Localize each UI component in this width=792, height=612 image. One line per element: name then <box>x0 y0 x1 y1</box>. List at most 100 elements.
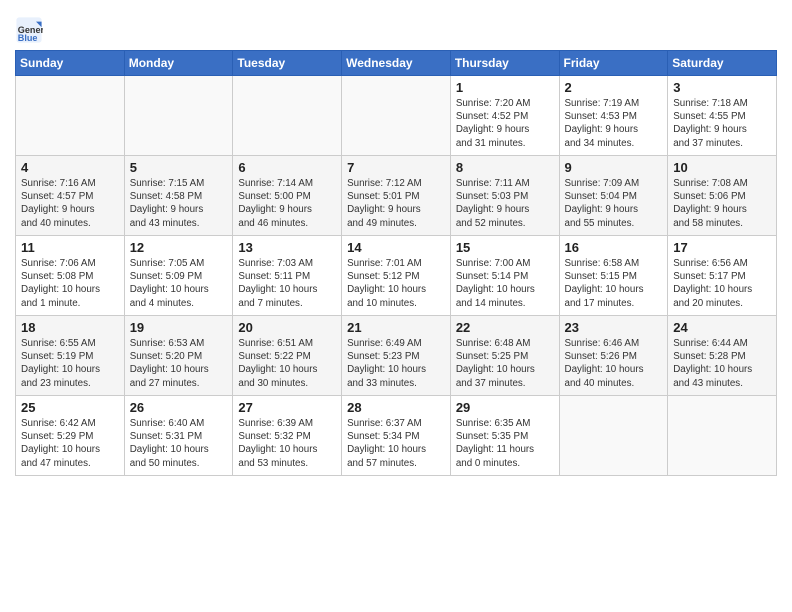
day-number: 26 <box>130 400 228 415</box>
calendar-cell: 18 Sunrise: 6:55 AM Sunset: 5:19 PM Dayli… <box>16 316 125 396</box>
day-info: Sunrise: 6:37 AM Sunset: 5:34 PM Dayligh… <box>347 417 445 470</box>
calendar-week-row: 11 Sunrise: 7:06 AM Sunset: 5:08 PM Dayli… <box>16 236 777 316</box>
day-number: 4 <box>21 160 119 175</box>
calendar-cell: 19 Sunrise: 6:53 AM Sunset: 5:20 PM Dayli… <box>124 316 233 396</box>
logo: General Blue <box>15 16 47 44</box>
day-number: 8 <box>456 160 554 175</box>
day-info: Sunrise: 7:08 AM Sunset: 5:06 PM Dayligh… <box>673 177 771 230</box>
day-info: Sunrise: 6:46 AM Sunset: 5:26 PM Dayligh… <box>565 337 663 390</box>
calendar-cell: 22 Sunrise: 6:48 AM Sunset: 5:25 PM Dayli… <box>450 316 559 396</box>
day-number: 14 <box>347 240 445 255</box>
day-number: 17 <box>673 240 771 255</box>
calendar-cell: 7Sunrise: 7:12 AM Sunset: 5:01 PM Daylig… <box>342 156 451 236</box>
day-number: 25 <box>21 400 119 415</box>
calendar-table: SundayMondayTuesdayWednesdayThursdayFrid… <box>15 50 777 476</box>
calendar-cell <box>559 396 668 476</box>
day-number: 11 <box>21 240 119 255</box>
day-number: 13 <box>238 240 336 255</box>
calendar-header: SundayMondayTuesdayWednesdayThursdayFrid… <box>16 51 777 76</box>
day-info: Sunrise: 6:35 AM Sunset: 5:35 PM Dayligh… <box>456 417 554 470</box>
day-number: 19 <box>130 320 228 335</box>
calendar-cell: 26 Sunrise: 6:40 AM Sunset: 5:31 PM Dayli… <box>124 396 233 476</box>
day-number: 21 <box>347 320 445 335</box>
calendar-cell <box>233 76 342 156</box>
day-info: Sunrise: 7:18 AM Sunset: 4:55 PM Dayligh… <box>673 97 771 150</box>
weekday-header-tuesday: Tuesday <box>233 51 342 76</box>
day-number: 28 <box>347 400 445 415</box>
calendar-cell: 14 Sunrise: 7:01 AM Sunset: 5:12 PM Dayli… <box>342 236 451 316</box>
calendar-week-row: 25 Sunrise: 6:42 AM Sunset: 5:29 PM Dayli… <box>16 396 777 476</box>
weekday-header-saturday: Saturday <box>668 51 777 76</box>
calendar-week-row: 1 Sunrise: 7:20 AM Sunset: 4:52 PM Daylig… <box>16 76 777 156</box>
day-info: Sunrise: 7:01 AM Sunset: 5:12 PM Dayligh… <box>347 257 445 310</box>
calendar-cell <box>668 396 777 476</box>
calendar-cell: 25 Sunrise: 6:42 AM Sunset: 5:29 PM Dayli… <box>16 396 125 476</box>
day-number: 23 <box>565 320 663 335</box>
calendar-body: 1 Sunrise: 7:20 AM Sunset: 4:52 PM Daylig… <box>16 76 777 476</box>
day-info: Sunrise: 7:05 AM Sunset: 5:09 PM Dayligh… <box>130 257 228 310</box>
day-info: Sunrise: 7:00 AM Sunset: 5:14 PM Dayligh… <box>456 257 554 310</box>
calendar-cell <box>16 76 125 156</box>
calendar-cell: 1 Sunrise: 7:20 AM Sunset: 4:52 PM Daylig… <box>450 76 559 156</box>
calendar-cell: 10 Sunrise: 7:08 AM Sunset: 5:06 PM Dayli… <box>668 156 777 236</box>
day-info: Sunrise: 6:40 AM Sunset: 5:31 PM Dayligh… <box>130 417 228 470</box>
svg-text:Blue: Blue <box>18 33 38 43</box>
day-info: Sunrise: 6:49 AM Sunset: 5:23 PM Dayligh… <box>347 337 445 390</box>
calendar-cell: 2 Sunrise: 7:19 AM Sunset: 4:53 PM Daylig… <box>559 76 668 156</box>
day-number: 20 <box>238 320 336 335</box>
day-info: Sunrise: 6:55 AM Sunset: 5:19 PM Dayligh… <box>21 337 119 390</box>
weekday-header-wednesday: Wednesday <box>342 51 451 76</box>
calendar-cell: 11 Sunrise: 7:06 AM Sunset: 5:08 PM Dayli… <box>16 236 125 316</box>
calendar-cell: 12 Sunrise: 7:05 AM Sunset: 5:09 PM Dayli… <box>124 236 233 316</box>
calendar-week-row: 18 Sunrise: 6:55 AM Sunset: 5:19 PM Dayli… <box>16 316 777 396</box>
day-info: Sunrise: 6:51 AM Sunset: 5:22 PM Dayligh… <box>238 337 336 390</box>
day-info: Sunrise: 7:14 AM Sunset: 5:00 PM Dayligh… <box>238 177 336 230</box>
calendar-cell: 24 Sunrise: 6:44 AM Sunset: 5:28 PM Dayli… <box>668 316 777 396</box>
day-info: Sunrise: 6:48 AM Sunset: 5:25 PM Dayligh… <box>456 337 554 390</box>
day-info: Sunrise: 6:42 AM Sunset: 5:29 PM Dayligh… <box>21 417 119 470</box>
logo-icon: General Blue <box>15 16 43 44</box>
calendar-cell: 29Sunrise: 6:35 AM Sunset: 5:35 PM Dayli… <box>450 396 559 476</box>
day-number: 27 <box>238 400 336 415</box>
calendar-cell: 13Sunrise: 7:03 AM Sunset: 5:11 PM Dayli… <box>233 236 342 316</box>
day-info: Sunrise: 7:19 AM Sunset: 4:53 PM Dayligh… <box>565 97 663 150</box>
day-info: Sunrise: 7:16 AM Sunset: 4:57 PM Dayligh… <box>21 177 119 230</box>
day-number: 10 <box>673 160 771 175</box>
calendar-cell: 20 Sunrise: 6:51 AM Sunset: 5:22 PM Dayli… <box>233 316 342 396</box>
day-info: Sunrise: 6:58 AM Sunset: 5:15 PM Dayligh… <box>565 257 663 310</box>
day-number: 24 <box>673 320 771 335</box>
day-number: 12 <box>130 240 228 255</box>
day-number: 5 <box>130 160 228 175</box>
day-number: 2 <box>565 80 663 95</box>
day-number: 16 <box>565 240 663 255</box>
calendar-cell <box>124 76 233 156</box>
day-number: 1 <box>456 80 554 95</box>
day-info: Sunrise: 7:11 AM Sunset: 5:03 PM Dayligh… <box>456 177 554 230</box>
day-info: Sunrise: 6:39 AM Sunset: 5:32 PM Dayligh… <box>238 417 336 470</box>
day-info: Sunrise: 7:09 AM Sunset: 5:04 PM Dayligh… <box>565 177 663 230</box>
weekday-header-monday: Monday <box>124 51 233 76</box>
weekday-header-row: SundayMondayTuesdayWednesdayThursdayFrid… <box>16 51 777 76</box>
calendar-cell: 8 Sunrise: 7:11 AM Sunset: 5:03 PM Daylig… <box>450 156 559 236</box>
day-number: 3 <box>673 80 771 95</box>
day-info: Sunrise: 7:15 AM Sunset: 4:58 PM Dayligh… <box>130 177 228 230</box>
day-info: Sunrise: 7:20 AM Sunset: 4:52 PM Dayligh… <box>456 97 554 150</box>
calendar-cell: 17Sunrise: 6:56 AM Sunset: 5:17 PM Dayli… <box>668 236 777 316</box>
day-number: 22 <box>456 320 554 335</box>
page-header: General Blue <box>15 10 777 44</box>
day-info: Sunrise: 7:06 AM Sunset: 5:08 PM Dayligh… <box>21 257 119 310</box>
calendar-week-row: 4 Sunrise: 7:16 AM Sunset: 4:57 PM Daylig… <box>16 156 777 236</box>
calendar-cell: 27 Sunrise: 6:39 AM Sunset: 5:32 PM Dayli… <box>233 396 342 476</box>
day-number: 18 <box>21 320 119 335</box>
calendar-cell: 4 Sunrise: 7:16 AM Sunset: 4:57 PM Daylig… <box>16 156 125 236</box>
calendar-cell: 16 Sunrise: 6:58 AM Sunset: 5:15 PM Dayli… <box>559 236 668 316</box>
weekday-header-friday: Friday <box>559 51 668 76</box>
day-info: Sunrise: 6:53 AM Sunset: 5:20 PM Dayligh… <box>130 337 228 390</box>
weekday-header-sunday: Sunday <box>16 51 125 76</box>
weekday-header-thursday: Thursday <box>450 51 559 76</box>
calendar-cell: 23 Sunrise: 6:46 AM Sunset: 5:26 PM Dayli… <box>559 316 668 396</box>
day-info: Sunrise: 6:44 AM Sunset: 5:28 PM Dayligh… <box>673 337 771 390</box>
day-number: 15 <box>456 240 554 255</box>
day-number: 6 <box>238 160 336 175</box>
calendar-cell: 28 Sunrise: 6:37 AM Sunset: 5:34 PM Dayli… <box>342 396 451 476</box>
